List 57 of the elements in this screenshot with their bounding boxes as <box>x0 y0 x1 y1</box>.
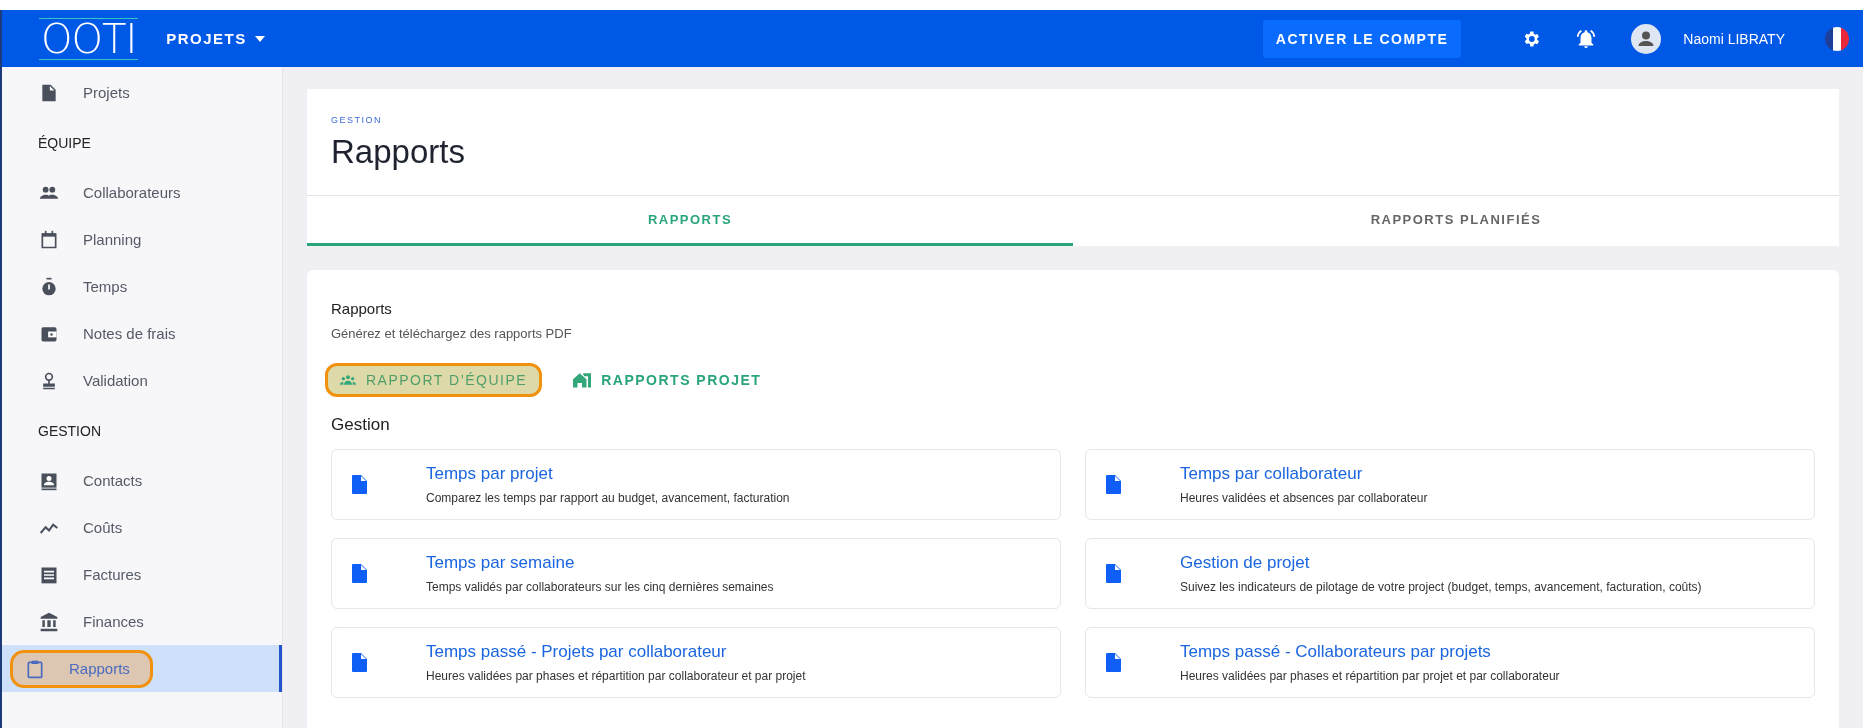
section-title: Rapports <box>331 300 393 317</box>
report-description: Heures validées par phases et répartition par projet et par collaborateur <box>1180 669 1560 683</box>
sidebar-item[interactable]: Temps <box>2 263 282 310</box>
report-description: Temps validés par collaborateurs sur les cinq dernières semaines <box>426 580 774 594</box>
report-description: Heures validées et absences par collaborateur <box>1180 491 1428 505</box>
report-title[interactable]: Temps par semaine <box>426 553 774 573</box>
house-icon <box>573 372 592 388</box>
activate-account-button[interactable]: ACTIVER LE COMPTE <box>1262 19 1462 58</box>
caret-icon <box>254 35 265 42</box>
calendar-icon <box>39 229 59 250</box>
sidebar-item[interactable]: Finances <box>2 598 282 645</box>
breadcrumb: GESTION <box>330 114 383 125</box>
user-name[interactable]: Naomi LIBRATY <box>1683 30 1785 47</box>
sidebar-item[interactable]: Coûts <box>2 504 282 551</box>
document-icon <box>1106 653 1121 672</box>
report-card[interactable]: Gestion de projet Suivez les indicateurs de pilotage de votre project (budget, temps, avancement, facturation, coûts) <box>1085 538 1815 609</box>
report-title[interactable]: Temps par projet <box>426 464 790 484</box>
report-card[interactable]: Temps par collaborateur Heures validées et absences par collaborateur <box>1085 449 1815 520</box>
sidebar-item[interactable]: Contacts <box>2 457 282 504</box>
logo[interactable]: OOTI <box>39 17 139 60</box>
document-icon <box>352 564 367 583</box>
section-subtitle: Générez et téléchargez des rapports PDF <box>331 326 573 341</box>
report-title[interactable]: Temps passé - Collaborateurs par projets <box>1180 642 1560 662</box>
bell-icon[interactable] <box>1575 27 1598 50</box>
report-card[interactable]: Temps passé - Collaborateurs par projets Heures validées par phases et répartition par projet et par collaborateur <box>1085 627 1815 698</box>
document-icon <box>39 82 59 103</box>
report-description: Suivez les indicateurs de pilotage de votre project (budget, temps, avancement, facturation, coûts) <box>1180 580 1702 594</box>
report-card[interactable]: Temps par semaine Temps validés par collaborateurs sur les cinq dernières semaines <box>331 538 1061 609</box>
document-icon <box>1106 564 1121 583</box>
document-icon <box>352 475 367 494</box>
tab[interactable]: RAPPORTS PLANIFIÉS <box>1073 196 1839 246</box>
sidebar-item[interactable]: Projets <box>2 69 282 116</box>
sidebar-item[interactable]: Planning <box>2 216 282 263</box>
sidebar-item[interactable]: Collaborateurs <box>2 169 282 216</box>
report-title[interactable]: Temps par collaborateur <box>1180 464 1428 484</box>
report-card[interactable]: Temps passé - Projets par collaborateur Heures validées par phases et répartition par collaborateur et par projet <box>331 627 1061 698</box>
bank-icon <box>39 611 59 632</box>
report-card[interactable]: Temps par projet Comparez les temps par rapport au budget, avancement, facturation <box>331 449 1061 520</box>
stopwatch-icon <box>39 276 59 297</box>
document-icon <box>1106 475 1121 494</box>
report-title[interactable]: Temps passé - Projets par collaborateur <box>426 642 806 662</box>
report-title[interactable]: Gestion de projet <box>1180 553 1702 573</box>
sidebar-item[interactable]: Validation <box>2 357 282 404</box>
report-description: Comparez les temps par rapport au budget, avancement, facturation <box>426 491 790 505</box>
report-description: Heures validées par phases et répartition par collaborateur et par projet <box>426 669 806 683</box>
avatar-icon[interactable] <box>1631 23 1662 54</box>
sidebar-heading: GESTION <box>37 421 102 441</box>
document-icon <box>352 653 367 672</box>
group-title: Gestion <box>331 415 391 435</box>
flag-icon[interactable] <box>1825 26 1849 51</box>
sidebar-heading: ÉQUIPE <box>37 133 92 153</box>
projects-menu[interactable]: PROJETS <box>162 26 269 51</box>
clipboard-icon <box>25 658 45 679</box>
sidebar-item[interactable]: Factures <box>2 551 282 598</box>
people-icon <box>340 374 356 386</box>
sidebar-item[interactable]: Notes de frais <box>2 310 282 357</box>
page-title: Rapports <box>331 133 466 172</box>
